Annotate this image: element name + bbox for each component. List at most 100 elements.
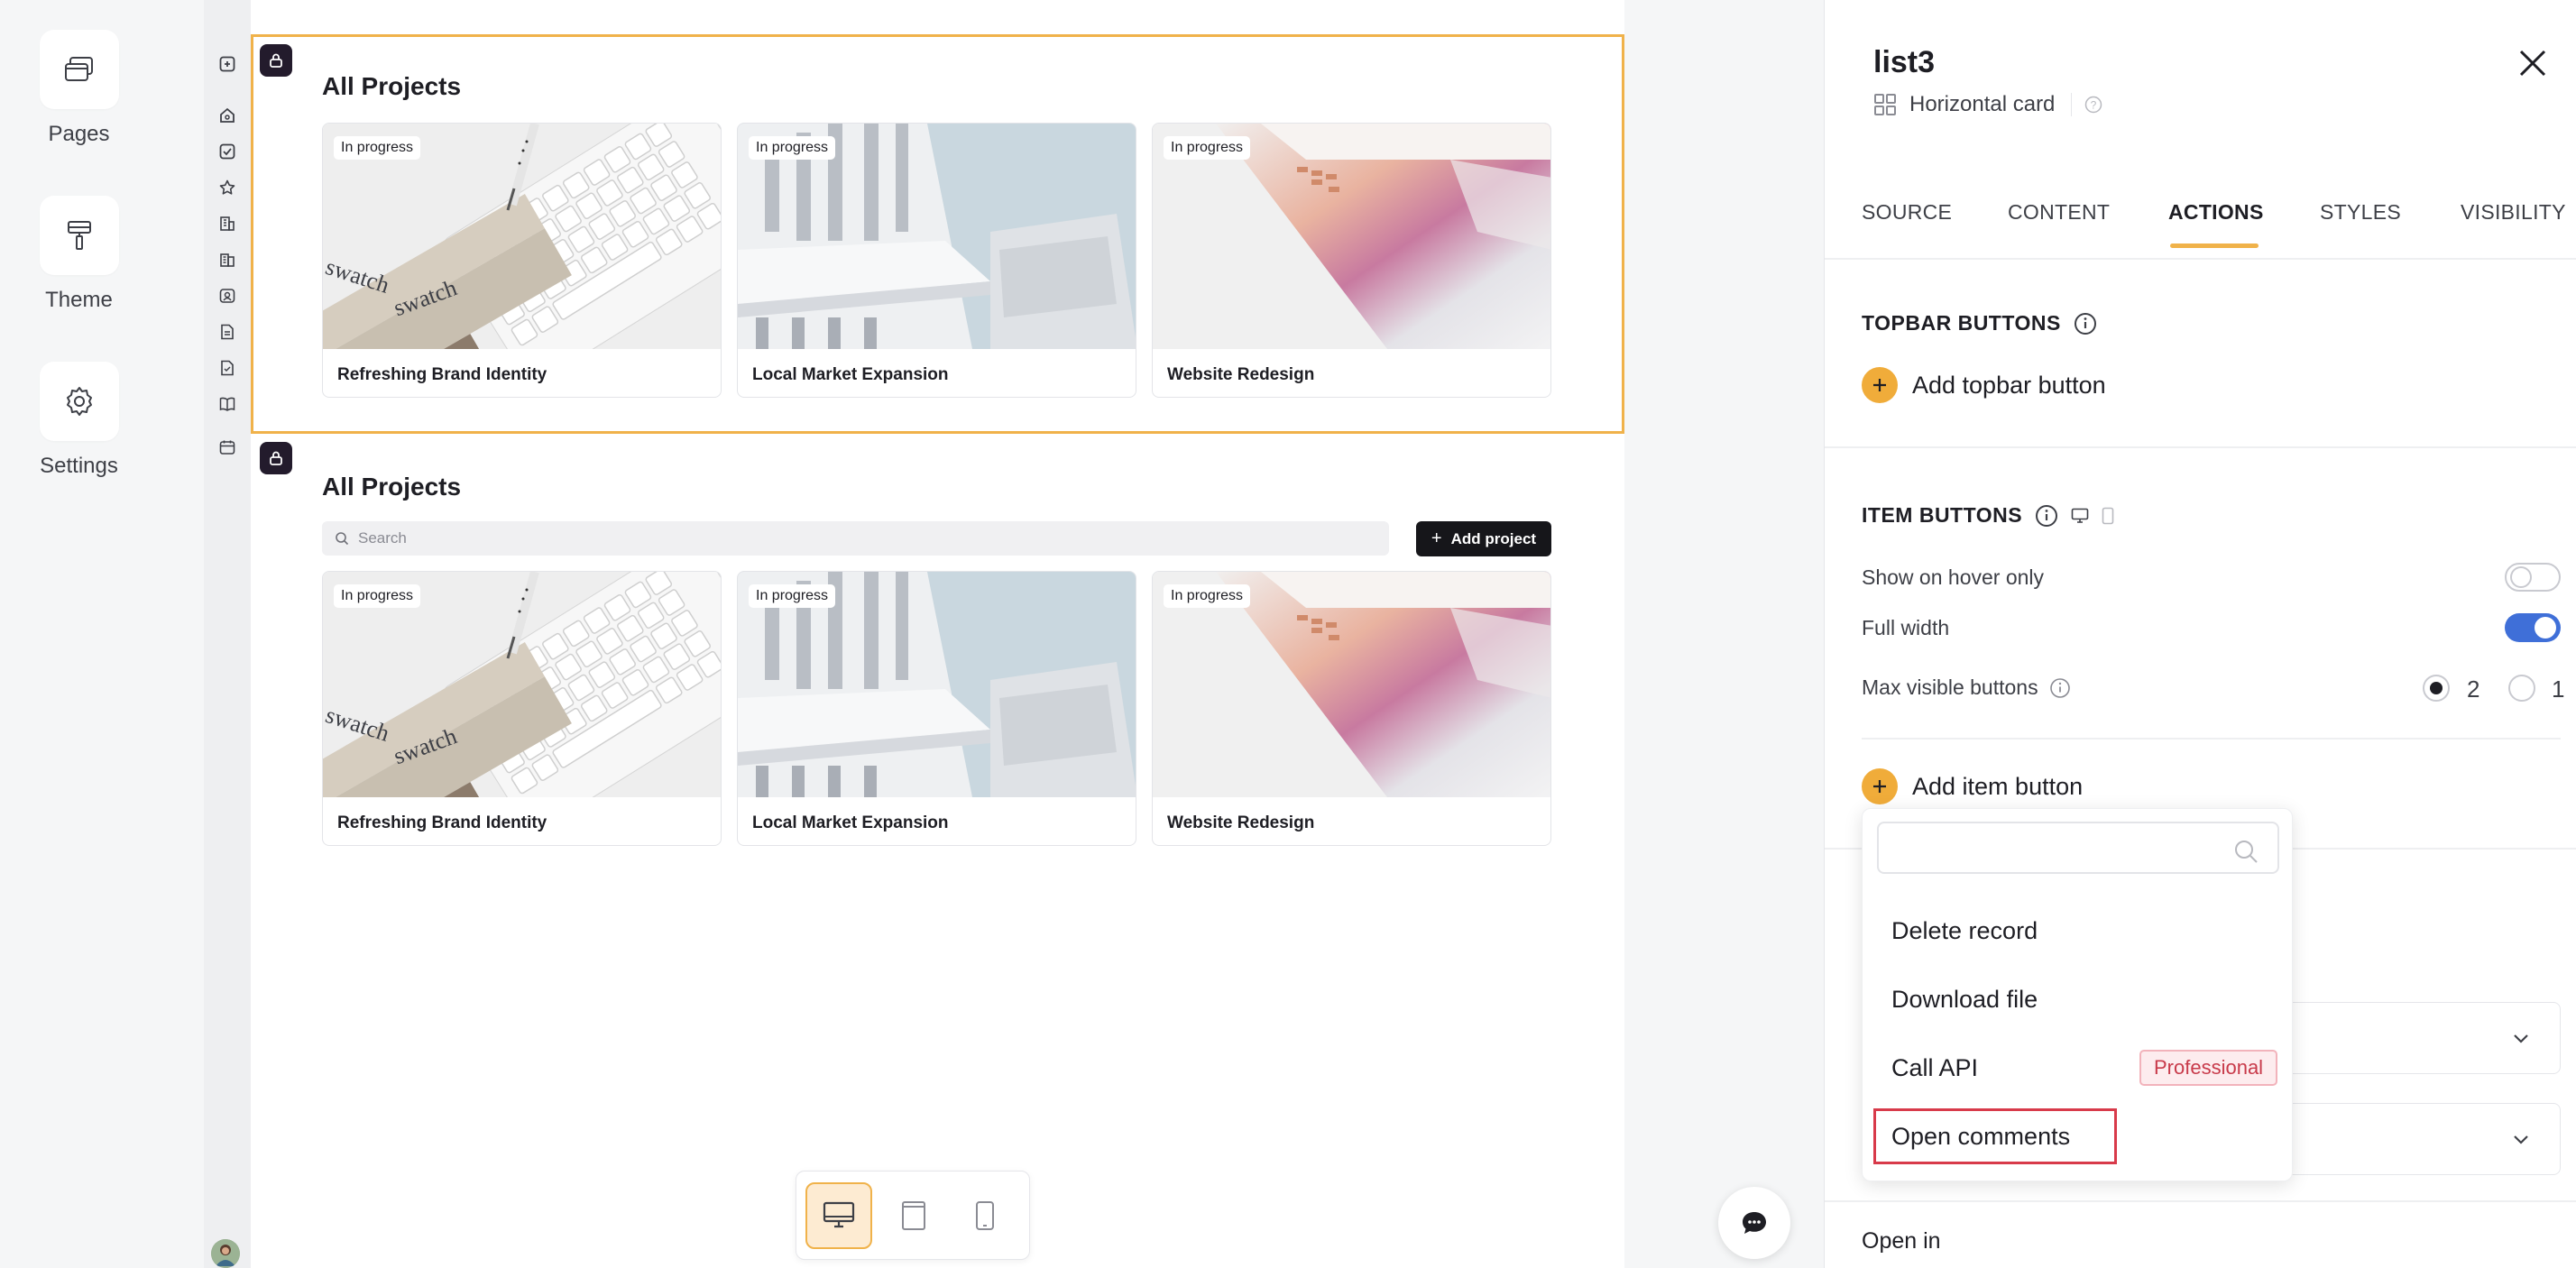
tab-styles[interactable]: STYLES <box>2320 200 2401 225</box>
project-card[interactable]: In progress Local Market Expansion <box>737 571 1136 846</box>
open-in-label: Open in <box>1862 1228 1941 1254</box>
toggle-knob <box>2535 617 2556 639</box>
info-icon[interactable] <box>2074 312 2097 335</box>
status-badge: In progress <box>749 136 836 160</box>
project-card[interactable]: swatch swatch In progress Refreshing Bra… <box>322 571 722 846</box>
project-card[interactable]: In progress Website Redesign <box>1152 571 1551 846</box>
status-badge: In progress <box>334 136 421 160</box>
show-on-hover-label: Show on hover only <box>1862 565 2045 589</box>
component-type-label: Horizontal card <box>1909 92 2056 116</box>
mobile-icon[interactable] <box>2102 507 2114 525</box>
tablet-view-button[interactable] <box>880 1182 947 1249</box>
list-block[interactable]: All Projects Search + Add project swatch… <box>251 442 1624 875</box>
component-type: Horizontal card ? <box>1873 92 2102 117</box>
calendar-icon[interactable] <box>216 436 238 458</box>
status-badge: In progress <box>1164 136 1251 160</box>
help-icon[interactable]: ? <box>2084 96 2102 114</box>
settings-button[interactable] <box>39 362 119 441</box>
card-title: Website Redesign <box>1167 813 1315 832</box>
paint-roller-icon <box>67 221 91 250</box>
card-title: Local Market Expansion <box>752 813 949 832</box>
action-call-api-label: Call API <box>1891 1053 1979 1081</box>
pages-button[interactable] <box>39 30 119 109</box>
home-icon[interactable] <box>216 105 238 126</box>
project-card[interactable]: swatch swatch In progress Refreshing Bra… <box>322 123 722 398</box>
max-visible-radio-2[interactable] <box>2423 675 2450 702</box>
add-project-button[interactable]: + Add project <box>1416 521 1551 556</box>
block-title: All Projects <box>322 473 462 501</box>
collapsed-section[interactable] <box>2277 1002 2561 1074</box>
plus-icon <box>1862 367 1898 403</box>
chat-bubble-icon <box>1743 1212 1766 1234</box>
checklist-icon[interactable] <box>216 141 238 162</box>
book-icon[interactable] <box>216 393 238 415</box>
tab-source[interactable]: SOURCE <box>1862 200 1952 225</box>
close-panel-button[interactable] <box>2515 45 2551 81</box>
tablet-icon <box>902 1201 925 1230</box>
rail-theme[interactable]: Theme <box>0 196 158 313</box>
max-visible-radio-1[interactable] <box>2508 675 2535 702</box>
card-title: Local Market Expansion <box>752 365 949 384</box>
full-width-toggle[interactable] <box>2505 613 2561 642</box>
max-visible-buttons-label: Max visible buttons <box>1862 675 2071 700</box>
tab-content[interactable]: CONTENT <box>2008 200 2110 225</box>
action-search-input[interactable] <box>1877 822 2279 874</box>
action-call-api[interactable]: Call API Professional <box>1873 1040 2283 1096</box>
lock-icon <box>270 53 282 68</box>
chevron-down-icon <box>2514 1135 2528 1144</box>
status-badge: In progress <box>749 584 836 608</box>
chat-button[interactable] <box>1718 1187 1790 1259</box>
left-rail: Pages Theme Settings <box>0 0 158 1268</box>
topbar-buttons-heading: TOPBAR BUTTONS <box>1862 311 2097 335</box>
page-canvas: All Projects swatch swatch In progress R… <box>251 0 1624 1268</box>
add-topbar-button[interactable]: Add topbar button <box>1862 367 2106 403</box>
add-item-button[interactable]: Add item button <box>1862 768 2083 804</box>
status-badge: In progress <box>1164 584 1251 608</box>
active-tab-indicator <box>2170 243 2259 248</box>
action-delete-record[interactable]: Delete record <box>1873 903 2283 959</box>
grid-icon <box>1874 94 1896 115</box>
max-visible-option-1: 1 <box>2552 675 2565 703</box>
tab-visibility[interactable]: VISIBILITY <box>2461 200 2566 225</box>
contact-card-icon[interactable] <box>216 285 238 307</box>
mobile-icon <box>976 1201 994 1230</box>
divider <box>1825 1200 2576 1202</box>
divider <box>1825 446 2576 448</box>
mobile-view-button[interactable] <box>952 1182 1018 1249</box>
max-visible-text: Max visible buttons <box>1862 675 2038 699</box>
buildings-icon[interactable] <box>216 249 238 271</box>
block-title: All Projects <box>322 72 462 100</box>
desktop-icon[interactable] <box>2071 508 2089 524</box>
info-icon[interactable] <box>2035 504 2058 528</box>
rail-pages[interactable]: Pages <box>0 30 158 147</box>
collapsed-section[interactable] <box>2277 1103 2561 1175</box>
action-open-comments[interactable]: Open comments <box>1873 1108 2117 1164</box>
search-input[interactable]: Search <box>322 521 1389 556</box>
add-project-label: Add project <box>1450 529 1537 547</box>
info-icon[interactable] <box>2049 677 2071 699</box>
list-block-selected[interactable]: All Projects swatch swatch In progress R… <box>251 34 1624 434</box>
add-block-icon[interactable] <box>216 53 238 75</box>
show-on-hover-toggle[interactable] <box>2505 563 2561 592</box>
settings-label: Settings <box>40 454 118 478</box>
lock-icon <box>270 451 282 465</box>
action-download-file[interactable]: Download file <box>1873 971 2283 1027</box>
form-icon[interactable] <box>216 357 238 379</box>
star-icon[interactable] <box>216 177 238 198</box>
rail-settings[interactable]: Settings <box>0 362 158 479</box>
status-badge: In progress <box>334 584 421 608</box>
lock-badge <box>260 44 292 77</box>
tab-actions[interactable]: ACTIONS <box>2168 200 2264 225</box>
component-name: list3 <box>1873 45 1936 79</box>
desktop-view-button[interactable] <box>805 1182 872 1249</box>
building-icon[interactable] <box>216 213 238 234</box>
project-card[interactable]: In progress Website Redesign <box>1152 123 1551 398</box>
theme-button[interactable] <box>39 196 119 275</box>
item-button-action-dropdown: Delete record Download file Call API Pro… <box>1862 808 2293 1181</box>
add-item-label: Add item button <box>1912 772 2084 800</box>
user-avatar[interactable] <box>211 1239 240 1268</box>
plus-icon: + <box>1431 528 1442 548</box>
topbar-heading-text: TOPBAR BUTTONS <box>1862 311 2061 335</box>
document-icon[interactable] <box>216 321 238 343</box>
project-card[interactable]: In progress Local Market Expansion <box>737 123 1136 398</box>
